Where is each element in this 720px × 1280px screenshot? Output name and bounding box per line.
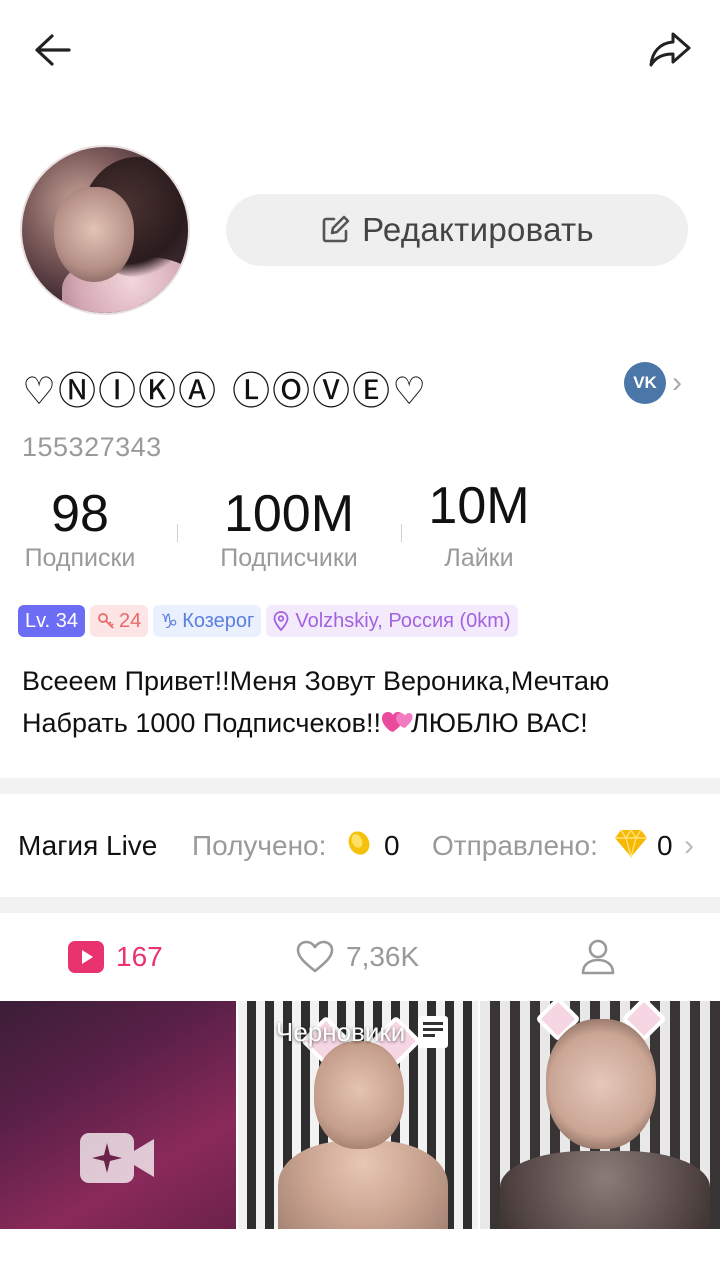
stat-divider [177,524,178,542]
stat-likes[interactable]: 10M Лайки [412,476,546,573]
level-badge-label: Lv. 34 [25,609,78,632]
vk-link[interactable]: VK › [624,362,682,404]
share-icon[interactable] [646,26,694,74]
avatar-photo-face [54,187,134,282]
stat-followers-value: 100M [223,485,355,543]
user-icon [581,939,615,975]
magic-live-title: Магия Live [18,830,158,861]
bio: Всееем Привет!!Меня Зовут Вероника,Мечта… [22,660,702,744]
stat-divider [401,524,402,542]
chevron-right-icon: › [684,829,694,862]
magic-received-value: 0 [384,830,400,861]
fragments-badge[interactable]: 24 [90,605,149,637]
tab-likes[interactable]: 7,36K [296,913,419,1001]
thumbnail-photo-body [278,1141,448,1229]
magic-received-label: Получено: [192,830,327,861]
video-play-icon [68,941,104,973]
magic-live-row[interactable]: Магия Live Получено: 0 Отправлено: 0 › [0,795,720,897]
diamond-icon [615,828,647,858]
level-badge[interactable]: Lv. 34 [18,605,85,637]
tab-videos[interactable]: 167 [68,913,163,1001]
top-bar [0,0,720,100]
magic-sent-label: Отправлено: [432,830,598,861]
hearts-emoji-icon [381,705,413,732]
record-video-cell[interactable] [0,1001,236,1229]
edit-profile-button[interactable]: Редактировать [226,194,688,266]
stat-following[interactable]: 98 Подписки [20,484,140,573]
video-grid: Черновики [0,1001,720,1229]
section-divider [0,778,720,794]
stat-following-value: 98 [51,485,109,543]
stat-followers[interactable]: 100M Подписчики [212,484,366,573]
zodiac-badge[interactable]: ♑︎ Козерог [153,605,262,637]
capricorn-icon: ♑︎ [160,610,179,633]
edit-icon [322,215,350,243]
zodiac-badge-label: Козерог [182,609,255,632]
heart-icon [296,940,334,973]
tab-videos-count: 167 [116,941,163,972]
video-camera-icon [80,1133,154,1183]
back-arrow-icon[interactable] [28,28,76,72]
stat-followers-label: Подписчики [220,544,358,572]
video-thumbnail[interactable] [480,1001,720,1229]
vk-icon: VK [624,362,666,404]
stat-following-label: Подписки [24,544,136,572]
username: ♡ⓃⒾⓀⒶ ⓁⓄⓋⒺ♡ [22,369,429,413]
avatar[interactable] [20,145,190,315]
coin-icon [348,831,370,855]
profile-tags: Lv. 34 24 ♑︎ Козерог Volzhskiy, Россия (… [18,605,518,637]
bio-text-end: ЛЮБЛЮ ВАС! [410,708,588,738]
content-tabs: 167 7,36K [0,913,720,1001]
magic-sent-value: 0 [657,830,673,861]
edit-profile-label: Редактировать [362,211,594,248]
stat-likes-label: Лайки [444,544,514,572]
key-icon [98,613,114,629]
tab-likes-count: 7,36K [346,941,420,972]
location-badge-label: Volzhskiy, Россия (0km) [295,609,511,632]
location-badge[interactable]: Volzhskiy, Россия (0km) [266,605,518,637]
thumbnail-photo-body [500,1151,710,1229]
thumbnail-photo-face [546,1019,656,1149]
location-pin-icon [273,611,289,631]
user-id: 155327343 [22,432,162,462]
stat-likes-value: 10M [428,477,530,535]
drafts-icon [418,1016,449,1048]
thumbnail-photo-face [314,1041,404,1149]
drafts-label-group: Черновики [276,1015,449,1049]
drafts-label: Черновики [276,1016,406,1047]
chevron-right-icon: › [672,366,682,399]
tab-profile[interactable] [580,913,616,1001]
section-divider [0,897,720,913]
fragments-badge-label: 24 [119,609,142,632]
video-thumbnail[interactable]: Черновики [238,1001,478,1229]
